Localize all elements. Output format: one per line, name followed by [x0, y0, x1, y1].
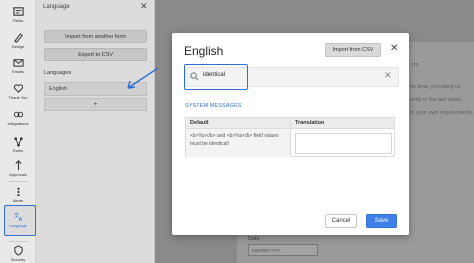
- close-icon[interactable]: ✕: [140, 1, 148, 12]
- form-preview-text: on time, providing us: [410, 84, 461, 90]
- sidebar-item-label: Integrations: [7, 121, 29, 126]
- sidebar-item-label: Design: [11, 44, 25, 49]
- sidebar-item-language[interactable]: 文A Language: [0, 209, 36, 235]
- sidebar-item-label: Alerts: [12, 198, 24, 203]
- email-icon: [12, 59, 24, 67]
- form-preview-text: rm: [412, 62, 419, 68]
- sidebar-item-label: Emails: [11, 69, 24, 74]
- alerts-icon: [16, 187, 20, 197]
- sidebar-item-emails[interactable]: Emails: [0, 55, 36, 81]
- column-header-translation: Translation: [291, 118, 394, 129]
- date-field-label: Date: [248, 236, 260, 242]
- language-modal: English Import from CSV ✕ identical ✕ SY…: [172, 33, 409, 235]
- date-field-input[interactable]: MM/DD/YYYY: [248, 244, 318, 256]
- sidebar-item-alerts[interactable]: Alerts: [0, 184, 36, 210]
- languages-heading: Languages: [44, 70, 72, 76]
- fields-icon: [12, 7, 24, 16]
- translation-textarea[interactable]: [295, 133, 392, 154]
- import-csv-button[interactable]: Import from CSV: [325, 43, 381, 57]
- sidebar-item-rules[interactable]: Rules: [0, 134, 36, 160]
- sidebar-item-label: Approvals: [9, 172, 27, 177]
- security-icon: [13, 245, 23, 256]
- form-preview-text: ently in the last week.: [410, 97, 463, 103]
- panel-title: Language: [43, 4, 70, 10]
- design-icon: [13, 33, 23, 43]
- search-value[interactable]: identical: [203, 72, 225, 78]
- sidebar-item-security[interactable]: Security: [0, 243, 36, 263]
- approvals-icon: [14, 160, 22, 171]
- messages-table: Default Translation <b>%s</b> and <b>%s<…: [185, 117, 395, 157]
- integrations-icon: [13, 111, 23, 118]
- sidebar-item-integrations[interactable]: Integrations: [0, 107, 36, 133]
- sidebar-item-label: Thank You: [8, 95, 28, 100]
- thank-you-icon: [13, 84, 23, 93]
- sidebar-item-thank-you[interactable]: Thank You: [0, 81, 36, 107]
- sidebar-divider: [8, 181, 28, 182]
- import-from-form-button[interactable]: Import from another form: [44, 30, 147, 43]
- language-icon: 文A: [13, 211, 22, 222]
- sidebar-divider: [8, 241, 28, 242]
- save-button[interactable]: Save: [366, 214, 397, 228]
- svg-text:A: A: [18, 217, 22, 222]
- language-panel: Language ✕ Import from another form Expo…: [36, 0, 155, 263]
- modal-title: English: [184, 44, 224, 58]
- column-header-default: Default: [186, 118, 291, 129]
- close-icon[interactable]: ✕: [390, 44, 398, 54]
- sidebar-item-label: Fields: [12, 18, 24, 23]
- rules-icon: [13, 137, 23, 147]
- builder-sidebar: Fields Design Emails Thank You Integrati…: [0, 0, 36, 263]
- cancel-button[interactable]: Cancel: [325, 214, 357, 228]
- annotation-arrow-icon: [127, 67, 159, 89]
- default-message-cell: <b>%s</b> and <b>%s</b> field values mus…: [186, 129, 291, 157]
- search-icon: [190, 72, 199, 81]
- sidebar-item-design[interactable]: Design: [0, 30, 36, 56]
- sidebar-item-fields[interactable]: Fields: [0, 4, 36, 30]
- sidebar-item-label: Rules: [12, 148, 24, 153]
- export-csv-button[interactable]: Export to CSV: [44, 48, 147, 61]
- sidebar-item-label: Language: [9, 223, 27, 228]
- clear-search-icon[interactable]: ✕: [384, 70, 392, 81]
- add-language-button[interactable]: +: [44, 98, 147, 111]
- section-heading: SYSTEM MESSAGES: [185, 103, 242, 109]
- sidebar-item-label: Security: [10, 257, 26, 262]
- form-preview-text: to your own requirements.: [410, 110, 474, 116]
